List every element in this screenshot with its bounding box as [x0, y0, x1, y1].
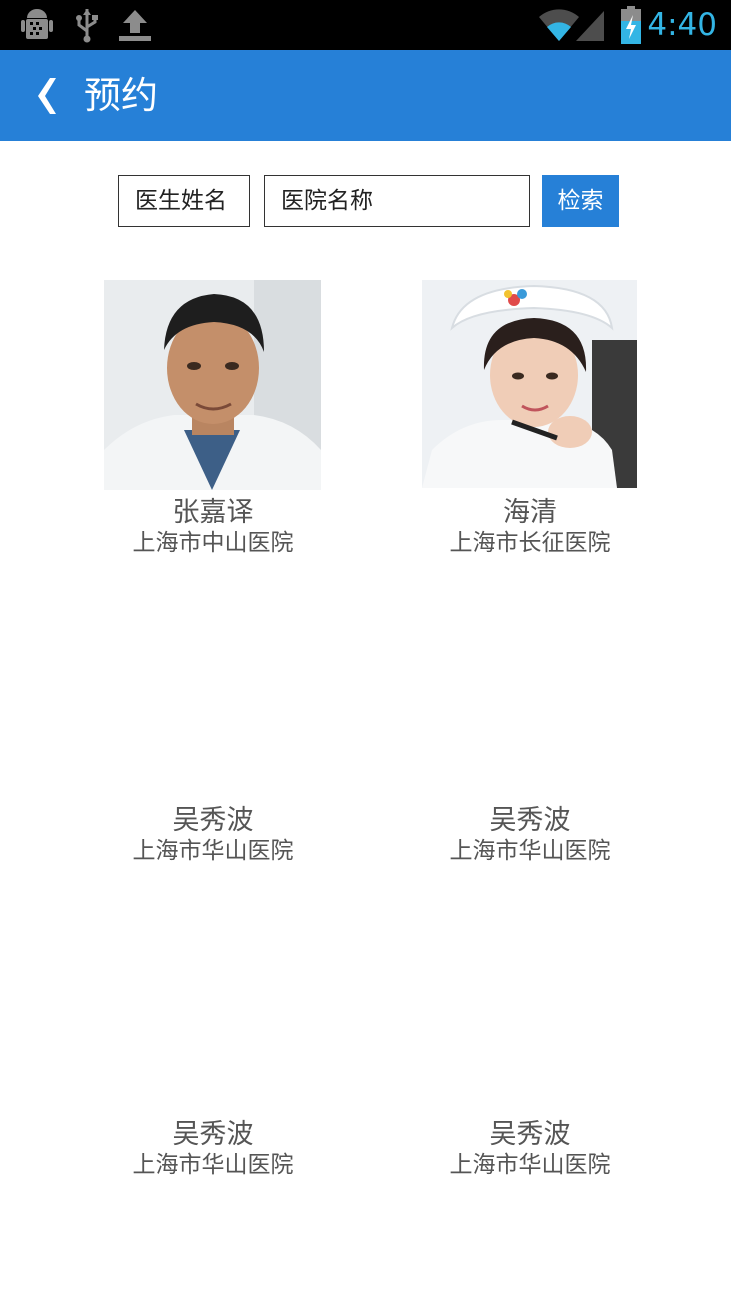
doctor-hospital: 上海市华山医院	[449, 1152, 611, 1178]
signal-icon	[576, 11, 604, 41]
back-button[interactable]	[28, 72, 66, 120]
doctor-card[interactable]: 吴秀波 上海市华山医院	[380, 590, 680, 870]
status-bar: 4:40	[0, 0, 731, 50]
search-button[interactable]: 检索	[542, 175, 619, 227]
doctor-photo	[422, 280, 637, 488]
doctor-photo-placeholder	[104, 590, 321, 800]
usb-icon	[76, 9, 98, 43]
battery-charging-icon	[621, 6, 641, 44]
doctor-name: 吴秀波	[172, 805, 254, 836]
doctor-hospital: 上海市长征医院	[449, 530, 611, 556]
hospital-name-input[interactable]: 医院名称	[264, 175, 530, 227]
chevron-left-icon	[38, 78, 56, 114]
doctor-hospital: 上海市华山医院	[132, 1152, 294, 1178]
doctor-photo-placeholder	[104, 904, 321, 1114]
doctor-name: 张嘉译	[172, 497, 254, 528]
clock: 4:40	[647, 7, 717, 43]
doctor-photo-placeholder	[422, 904, 637, 1114]
doctor-card[interactable]: 海清 上海市长征医院	[380, 280, 680, 560]
doctor-name: 吴秀波	[489, 805, 571, 836]
action-bar: 预约	[0, 50, 731, 141]
doctor-name: 吴秀波	[489, 1119, 571, 1150]
doctor-name-input[interactable]: 医生姓名	[118, 175, 250, 227]
doctor-name: 吴秀波	[172, 1119, 254, 1150]
doctor-hospital: 上海市华山医院	[449, 838, 611, 864]
upload-icon	[119, 10, 151, 41]
doctor-photo	[104, 280, 321, 490]
doctor-card[interactable]: 吴秀波 上海市华山医院	[63, 590, 363, 870]
doctor-hospital: 上海市华山医院	[132, 838, 294, 864]
doctor-name: 海清	[503, 497, 557, 528]
android-debug-icon	[21, 9, 53, 39]
doctor-photo-placeholder	[422, 590, 637, 800]
doctor-card[interactable]: 张嘉译 上海市中山医院	[63, 280, 363, 560]
doctor-card[interactable]: 吴秀波 上海市华山医院	[63, 904, 363, 1184]
doctor-card[interactable]: 吴秀波 上海市华山医院	[380, 904, 680, 1184]
page-title: 预约	[84, 74, 158, 117]
doctor-hospital: 上海市中山医院	[132, 530, 294, 556]
